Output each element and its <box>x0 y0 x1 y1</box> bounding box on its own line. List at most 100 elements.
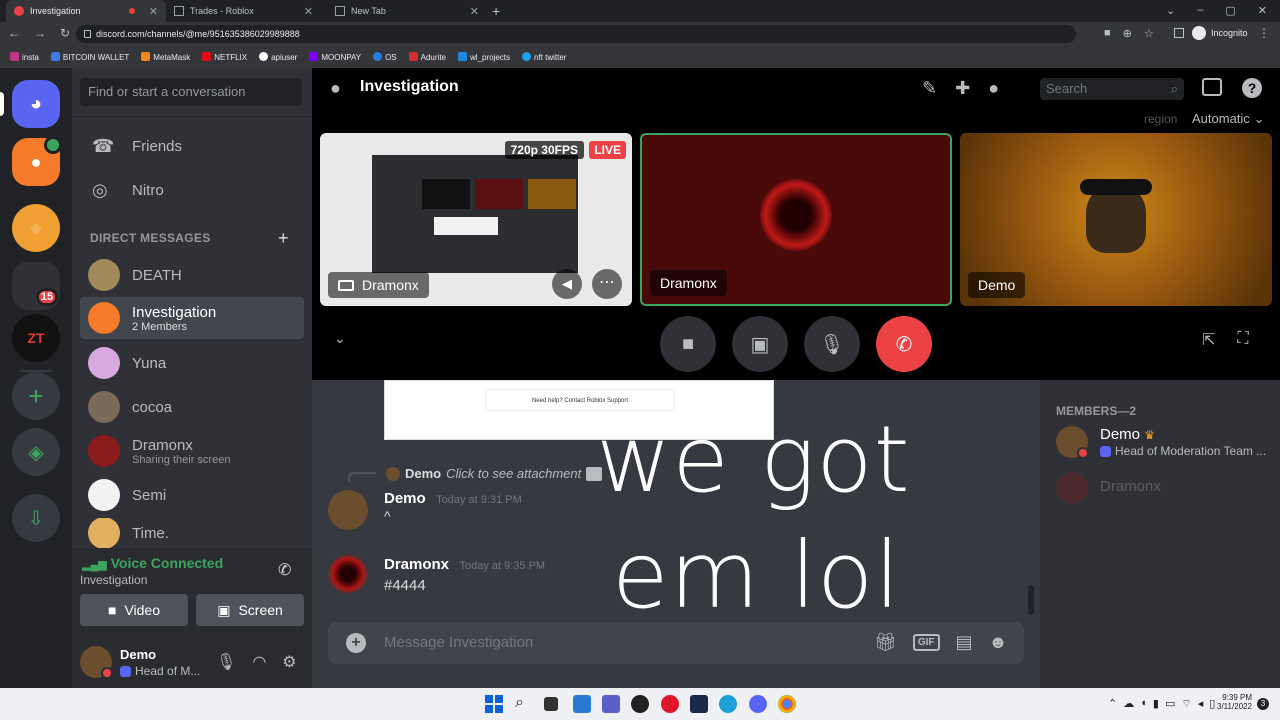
chat-scrollbar[interactable] <box>1028 585 1034 615</box>
tab-trades-roblox[interactable]: Trades - Roblox ✕ <box>166 0 321 22</box>
close-window-icon[interactable]: ✕ <box>1258 4 1267 17</box>
message-author[interactable]: Dramonx <box>384 556 449 573</box>
sidepanel-icon[interactable] <box>1174 28 1184 38</box>
close-tab-icon[interactable]: ✕ <box>470 5 479 18</box>
dm-item-cocoa[interactable]: cocoa <box>80 386 304 428</box>
bookmark-apiuser[interactable]: apiuser <box>259 52 297 62</box>
star-icon[interactable]: ☆ <box>1144 27 1154 40</box>
message-author[interactable]: Demo <box>384 490 426 507</box>
bookmark-adurite[interactable]: Adurite <box>408 52 446 62</box>
nitro-nav[interactable]: ◎ Nitro <box>80 170 304 210</box>
reply-reference[interactable]: Demo Click to see attachment <box>386 466 603 481</box>
create-dm-icon[interactable]: + <box>278 228 289 249</box>
widgets-icon[interactable] <box>573 695 591 713</box>
monitor-icon[interactable]: ▭ <box>1165 697 1175 711</box>
more-options-icon[interactable]: ⋯ <box>592 269 622 299</box>
bookmark-moonpay[interactable]: MOONPAY <box>309 52 361 62</box>
discord-home-icon[interactable]: ◕ <box>12 80 60 128</box>
chrome-icon[interactable] <box>778 695 796 713</box>
dm-item-dramonx[interactable]: Dramonx Sharing their screen <box>80 430 304 472</box>
reload-icon[interactable]: ↻ <box>60 26 70 40</box>
tab-new-tab[interactable]: New Tab ✕ <box>327 0 487 22</box>
member-demo[interactable]: Demo ♛ Head of Moderation Team ... <box>1056 424 1272 466</box>
gift-icon[interactable]: 🎁︎ <box>874 632 897 653</box>
bookmark-wl-projects[interactable]: wl_projects <box>458 52 510 62</box>
battery-icon[interactable]: ▮ <box>1153 697 1159 711</box>
tab-search-icon[interactable]: ⌄ <box>1166 4 1175 17</box>
emoji-icon[interactable]: ☻ <box>989 632 1008 653</box>
fire-server-icon[interactable]: ◆ <box>12 204 60 252</box>
wifi-icon[interactable]: ⌔ <box>1181 697 1191 711</box>
opera-icon[interactable] <box>661 695 679 713</box>
bookmark-nft-twitter[interactable]: nft twitter <box>522 52 566 62</box>
notification-badge[interactable]: 3 <box>1257 698 1269 710</box>
participant-tile-demo[interactable]: Demo <box>960 133 1272 306</box>
region-select[interactable]: Automatic ⌄ <box>1192 111 1264 127</box>
incognito-badge[interactable]: Incognito <box>1192 26 1248 40</box>
camera-icon[interactable]: ■ <box>1104 27 1111 40</box>
help-icon[interactable]: ? <box>1242 78 1262 98</box>
close-tab-icon[interactable]: ✕ <box>304 5 313 18</box>
message-avatar[interactable] <box>328 490 368 530</box>
leave-call-button[interactable]: ✆ <box>876 316 932 372</box>
dm-item-death[interactable]: DEATH <box>80 254 304 296</box>
pin-icon[interactable]: ✎ <box>922 78 937 99</box>
taskbar-search-icon[interactable]: ⌕ <box>515 694 524 712</box>
zoom-icon[interactable]: ⊕ <box>1123 27 1132 40</box>
inbox-icon[interactable] <box>1202 78 1222 96</box>
dm-item-yuna[interactable]: Yuna <box>80 342 304 384</box>
find-conversation-input[interactable]: Find or start a conversation <box>80 78 302 106</box>
app-icon[interactable] <box>631 695 649 713</box>
mute-button[interactable]: 🎙︎ <box>804 316 860 372</box>
menu-icon[interactable]: ⋮ <box>1258 26 1270 40</box>
add-server-icon[interactable]: + <box>12 372 60 420</box>
new-tab-button[interactable]: + <box>492 3 500 19</box>
dm-item-investigation[interactable]: Investigation 2 Members <box>80 297 304 339</box>
share-screen-button[interactable]: ▣ <box>732 316 788 372</box>
upload-plus-icon[interactable]: + <box>346 633 366 653</box>
dm-item-time[interactable]: Time. <box>80 518 304 548</box>
tab-investigation[interactable]: Investigation ✕ <box>6 0 166 22</box>
clock[interactable]: 9:39 PM 3/11/2022 <box>1214 693 1252 711</box>
maximize-icon[interactable]: ▢ <box>1225 4 1235 17</box>
bookmark-os[interactable]: OS <box>373 52 397 62</box>
participant-tile-dramonx[interactable]: Dramonx <box>640 133 952 306</box>
stream-tile[interactable]: 720p 30FPS LIVE Dramonx ◀ ⋯ <box>320 133 632 306</box>
dm-item-semi[interactable]: Semi <box>80 474 304 516</box>
bookmark-insta[interactable]: insta <box>10 52 39 62</box>
explore-icon[interactable]: ◈ <box>12 428 60 476</box>
headphones-icon[interactable]: ◠ <box>252 652 266 672</box>
voice-channel[interactable]: Investigation <box>80 573 147 587</box>
search-input[interactable]: Search ⌕ <box>1040 78 1184 100</box>
fullscreen-icon[interactable]: ⛶ <box>1237 330 1248 350</box>
headset-icon[interactable]: ◖ <box>1140 697 1147 711</box>
speaker-icon[interactable]: ◂ <box>1198 697 1204 711</box>
gif-button[interactable]: GIF <box>912 634 940 651</box>
discord-taskbar-icon[interactable] <box>749 695 767 713</box>
tray-chevron-icon[interactable]: ⌃ <box>1108 697 1117 711</box>
popout-icon[interactable]: ⇱ <box>1202 330 1215 350</box>
settings-gear-icon[interactable]: ⚙ <box>282 652 296 672</box>
microphone-icon[interactable]: 🎙︎ <box>216 652 236 672</box>
sticker-icon[interactable]: ▤ <box>956 632 973 653</box>
forward-icon[interactable]: → <box>34 26 46 40</box>
minimize-icon[interactable]: – <box>1197 4 1203 17</box>
bookmark-bitcoin-wallet[interactable]: BITCOIN WALLET <box>50 52 129 62</box>
video-button[interactable]: ■ Video <box>80 594 188 626</box>
start-button[interactable] <box>485 695 503 713</box>
member-list-icon[interactable]: ● <box>988 78 999 99</box>
bookmark-metamask[interactable]: MetaMask <box>141 52 190 62</box>
bookmark-netflix[interactable]: NETFLIX <box>202 52 247 62</box>
address-bar[interactable]: discord.com/channels/@me/951635386029989… <box>76 25 1076 43</box>
screen-button[interactable]: ▣ Screen <box>196 594 304 626</box>
camera-toggle-button[interactable]: ■ <box>660 316 716 372</box>
collapse-chevron-icon[interactable]: ⌄ <box>334 330 346 347</box>
edge-icon[interactable] <box>719 695 737 713</box>
download-icon[interactable]: ⇩ <box>12 494 60 542</box>
disconnect-icon[interactable]: ✆ <box>278 560 291 580</box>
add-friend-icon[interactable]: ✚ <box>955 78 970 99</box>
back-icon[interactable]: ← <box>8 26 20 40</box>
xbox-app-icon[interactable] <box>690 695 708 713</box>
member-dramonx[interactable]: Dramonx <box>1056 472 1272 504</box>
cloud-icon[interactable]: ☁ <box>1123 697 1134 711</box>
